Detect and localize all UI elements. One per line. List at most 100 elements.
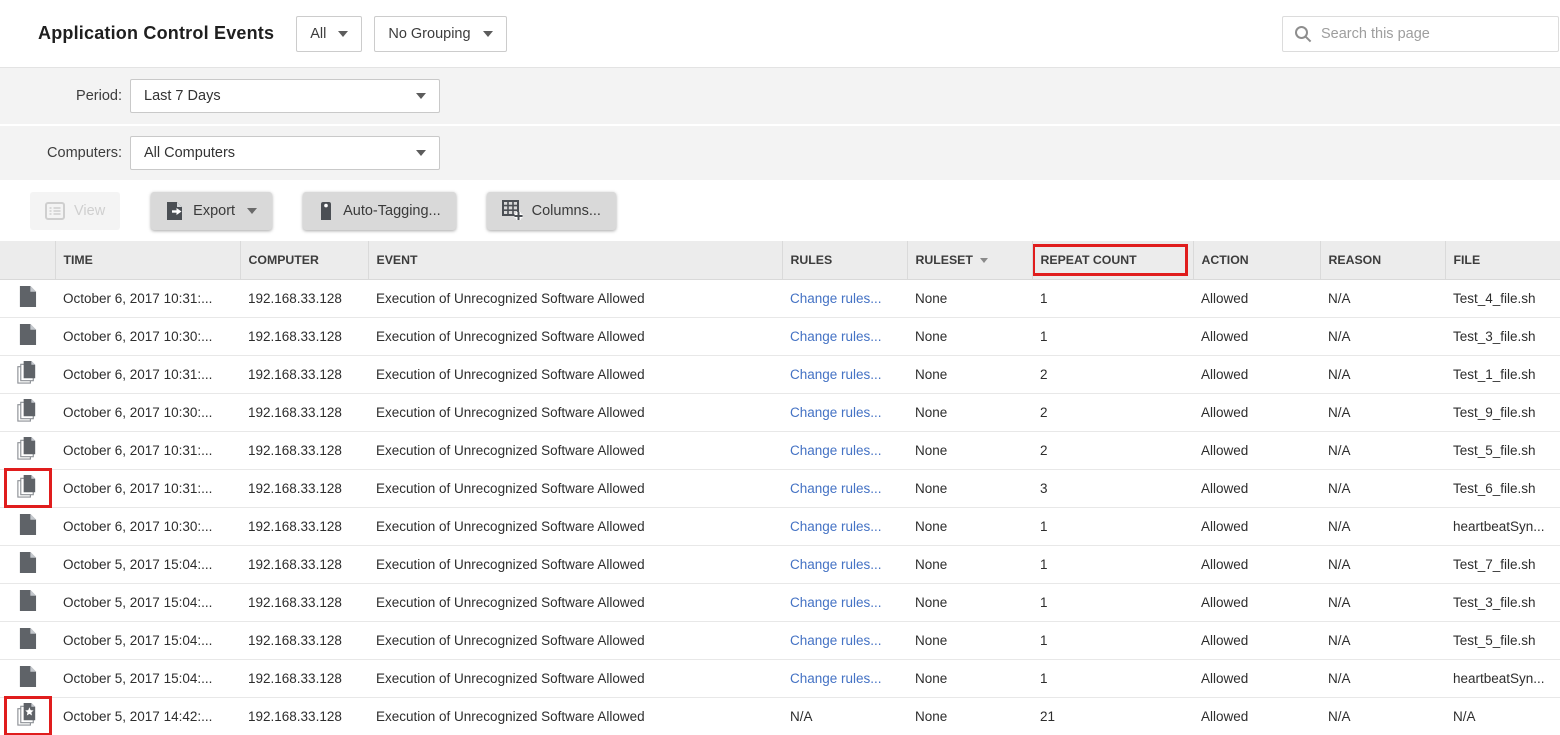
columns-button[interactable]: Columns... bbox=[487, 192, 616, 230]
event-row[interactable]: October 5, 2017 15:04:...192.168.33.128E… bbox=[0, 545, 1560, 583]
file-cell: Test_1_file.sh bbox=[1445, 355, 1560, 393]
event-cell: Execution of Unrecognized Software Allow… bbox=[368, 279, 782, 317]
event-row[interactable]: October 5, 2017 15:04:...192.168.33.128E… bbox=[0, 621, 1560, 659]
rules-cell: Change rules... bbox=[782, 431, 907, 469]
export-button-label: Export bbox=[193, 203, 235, 219]
column-header-rules[interactable]: RULES bbox=[782, 241, 907, 279]
change-rules-link[interactable]: Change rules... bbox=[790, 595, 882, 610]
icon-column-header bbox=[0, 241, 55, 279]
computer-cell: 192.168.33.128 bbox=[240, 621, 368, 659]
repeat-count-cell: 2 bbox=[1032, 431, 1193, 469]
ruleset-cell: None bbox=[907, 317, 1032, 355]
action-cell: Allowed bbox=[1193, 431, 1320, 469]
event-icon-cell bbox=[0, 545, 55, 583]
column-header-action[interactable]: ACTION bbox=[1193, 241, 1320, 279]
event-icon-cell bbox=[0, 583, 55, 621]
event-document-icon bbox=[18, 285, 37, 311]
change-rules-link[interactable]: Change rules... bbox=[790, 405, 882, 420]
list-view-icon bbox=[45, 202, 65, 220]
repeat-count-cell: 1 bbox=[1032, 583, 1193, 621]
time-cell: October 6, 2017 10:31:... bbox=[55, 279, 240, 317]
event-row[interactable]: October 6, 2017 10:30:...192.168.33.128E… bbox=[0, 393, 1560, 431]
event-row[interactable]: October 6, 2017 10:30:...192.168.33.128E… bbox=[0, 507, 1560, 545]
search-input[interactable] bbox=[1321, 26, 1547, 42]
column-header-label: REASON bbox=[1329, 253, 1382, 267]
column-header-label: RULESET bbox=[916, 253, 973, 267]
column-header-computer[interactable]: COMPUTER bbox=[240, 241, 368, 279]
file-cell: Test_6_file.sh bbox=[1445, 469, 1560, 507]
reason-cell: N/A bbox=[1320, 469, 1445, 507]
period-filter-row: Period: Last 7 Days bbox=[0, 68, 1560, 124]
change-rules-link[interactable]: Change rules... bbox=[790, 329, 882, 344]
event-icon-box bbox=[7, 547, 49, 581]
tag-icon bbox=[318, 201, 334, 221]
change-rules-link[interactable]: Change rules... bbox=[790, 519, 882, 534]
change-rules-link[interactable]: Change rules... bbox=[790, 557, 882, 572]
export-button[interactable]: Export bbox=[151, 192, 272, 230]
event-cell: Execution of Unrecognized Software Allow… bbox=[368, 393, 782, 431]
time-cell: October 5, 2017 15:04:... bbox=[55, 545, 240, 583]
grouping-dropdown[interactable]: No Grouping bbox=[374, 16, 506, 52]
event-cell: Execution of Unrecognized Software Allow… bbox=[368, 469, 782, 507]
event-icon-box bbox=[7, 509, 49, 543]
column-header-reason[interactable]: REASON bbox=[1320, 241, 1445, 279]
event-icon-box bbox=[7, 661, 49, 695]
column-header-label: ACTION bbox=[1202, 253, 1249, 267]
column-header-label: COMPUTER bbox=[249, 253, 319, 267]
column-header-ruleset[interactable]: RULESET bbox=[907, 241, 1032, 279]
file-cell: Test_5_file.sh bbox=[1445, 431, 1560, 469]
time-cell: October 6, 2017 10:30:... bbox=[55, 317, 240, 355]
event-row[interactable]: October 6, 2017 10:30:...192.168.33.128E… bbox=[0, 317, 1560, 355]
change-rules-link[interactable]: Change rules... bbox=[790, 633, 882, 648]
change-rules-link[interactable]: Change rules... bbox=[790, 671, 882, 686]
time-cell: October 6, 2017 10:31:... bbox=[55, 355, 240, 393]
severity-filter-dropdown[interactable]: All bbox=[296, 16, 362, 52]
change-rules-link[interactable]: Change rules... bbox=[790, 443, 882, 458]
file-cell: Test_4_file.sh bbox=[1445, 279, 1560, 317]
page-search[interactable] bbox=[1282, 16, 1559, 52]
computers-select[interactable]: All Computers bbox=[130, 136, 440, 170]
ruleset-cell: None bbox=[907, 659, 1032, 697]
repeat-count-cell: 3 bbox=[1032, 469, 1193, 507]
events-table-body: October 6, 2017 10:31:...192.168.33.128E… bbox=[0, 279, 1560, 735]
computer-cell: 192.168.33.128 bbox=[240, 317, 368, 355]
change-rules-link[interactable]: Change rules... bbox=[790, 481, 882, 496]
repeat-count-cell: 21 bbox=[1032, 697, 1193, 735]
time-cell: October 5, 2017 15:04:... bbox=[55, 621, 240, 659]
event-row[interactable]: October 5, 2017 15:04:...192.168.33.128E… bbox=[0, 659, 1560, 697]
event-document-icon bbox=[18, 627, 37, 653]
column-header-time[interactable]: TIME bbox=[55, 241, 240, 279]
repeat-count-cell: 2 bbox=[1032, 393, 1193, 431]
column-header-repeat_count[interactable]: REPEAT COUNT bbox=[1032, 241, 1193, 279]
event-document-icon bbox=[18, 589, 37, 615]
event-row[interactable]: October 6, 2017 10:31:...192.168.33.128E… bbox=[0, 431, 1560, 469]
action-cell: Allowed bbox=[1193, 469, 1320, 507]
column-header-label: TIME bbox=[64, 253, 93, 267]
period-select[interactable]: Last 7 Days bbox=[130, 79, 440, 113]
rules-cell: Change rules... bbox=[782, 659, 907, 697]
event-row[interactable]: October 5, 2017 15:04:...192.168.33.128E… bbox=[0, 583, 1560, 621]
action-cell: Allowed bbox=[1193, 507, 1320, 545]
event-row[interactable]: October 6, 2017 10:31:...192.168.33.128E… bbox=[0, 469, 1560, 507]
file-cell: Test_7_file.sh bbox=[1445, 545, 1560, 583]
repeat-count-cell: 1 bbox=[1032, 659, 1193, 697]
change-rules-link[interactable]: Change rules... bbox=[790, 367, 882, 382]
view-button-label: View bbox=[74, 203, 105, 219]
chevron-down-icon bbox=[416, 93, 426, 99]
column-header-event[interactable]: EVENT bbox=[368, 241, 782, 279]
time-cell: October 5, 2017 14:42:... bbox=[55, 697, 240, 735]
chevron-down-icon bbox=[247, 208, 257, 214]
auto-tagging-button[interactable]: Auto-Tagging... bbox=[303, 192, 456, 230]
column-header-file[interactable]: FILE bbox=[1445, 241, 1560, 279]
computer-cell: 192.168.33.128 bbox=[240, 279, 368, 317]
severity-filter-value: All bbox=[310, 26, 326, 42]
event-row[interactable]: October 5, 2017 14:42:...192.168.33.128E… bbox=[0, 697, 1560, 735]
rules-cell: Change rules... bbox=[782, 393, 907, 431]
change-rules-link[interactable]: Change rules... bbox=[790, 291, 882, 306]
event-icon-cell bbox=[0, 659, 55, 697]
event-icon-cell bbox=[0, 621, 55, 659]
action-cell: Allowed bbox=[1193, 697, 1320, 735]
file-cell: Test_5_file.sh bbox=[1445, 621, 1560, 659]
event-row[interactable]: October 6, 2017 10:31:...192.168.33.128E… bbox=[0, 279, 1560, 317]
event-row[interactable]: October 6, 2017 10:31:...192.168.33.128E… bbox=[0, 355, 1560, 393]
